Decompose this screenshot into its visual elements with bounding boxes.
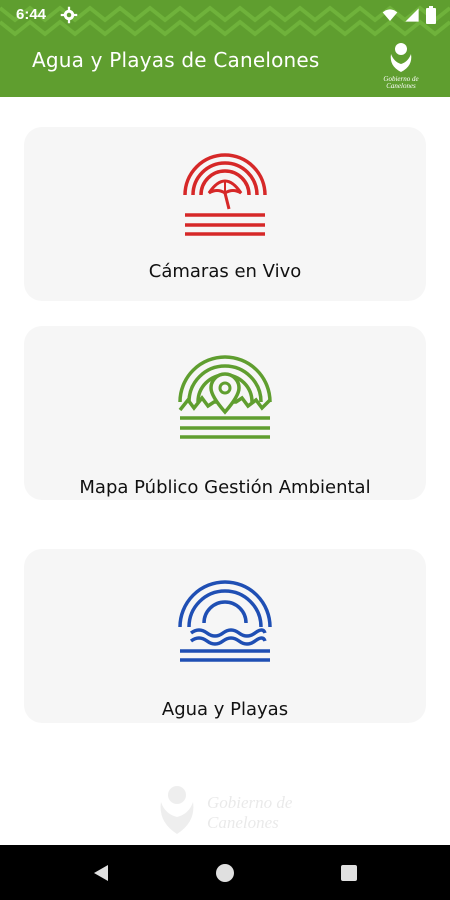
app-bar: 6:44 Agua y Playas de Canelones Gobierno… [0, 0, 450, 97]
card-agua-y-playas[interactable]: Agua y Playas [24, 549, 426, 723]
logo-text-line2: Canelones [386, 82, 416, 90]
card-mapa-publico[interactable]: Mapa Público Gestión Ambiental [24, 326, 426, 500]
beach-umbrella-icon [183, 153, 267, 236]
status-time: 6:44 [16, 6, 47, 23]
footer-canelones-logo: Gobierno de Canelones [160, 786, 293, 834]
system-nav-bar [0, 845, 450, 900]
settings-gear-icon [60, 6, 78, 24]
wifi-icon [382, 9, 398, 21]
card-label: Cámaras en Vivo [148, 261, 302, 282]
cell-signal-icon [405, 8, 419, 22]
battery-icon [426, 6, 436, 24]
gobierno-canelones-logo[interactable]: Gobierno de Canelones [380, 40, 422, 90]
footer-logo-line2: Canelones [207, 813, 279, 832]
main-content: Cámaras en Vivo Mapa Público Gestión Amb… [0, 97, 450, 845]
card-label: Agua y Playas [161, 699, 289, 720]
app-title: Agua y Playas de Canelones [32, 48, 320, 72]
recents-icon[interactable] [338, 862, 360, 884]
status-bar: 6:44 [0, 0, 450, 30]
card-camaras-en-vivo[interactable]: Cámaras en Vivo [24, 127, 426, 301]
card-label: Mapa Público Gestión Ambiental [79, 477, 371, 498]
home-icon[interactable] [214, 862, 236, 884]
back-icon[interactable] [90, 862, 112, 884]
footer-logo-line1: Gobierno de [207, 793, 293, 812]
map-pin-landscape-icon [178, 355, 272, 439]
sun-waves-icon [178, 580, 272, 662]
